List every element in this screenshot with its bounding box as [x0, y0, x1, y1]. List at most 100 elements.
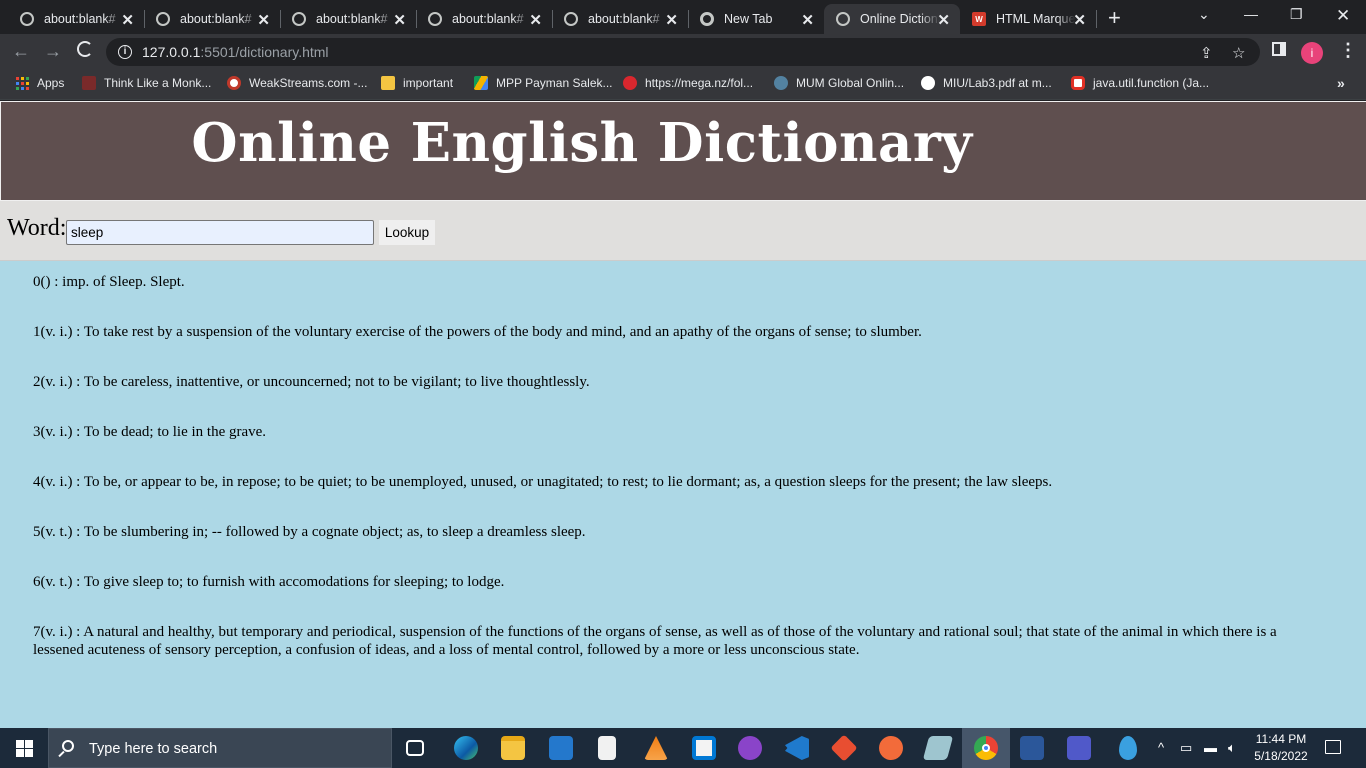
- forward-arrow-icon[interactable]: →: [44, 41, 62, 62]
- github-desktop-icon[interactable]: [738, 736, 762, 760]
- bookmark-mega[interactable]: https://mega.nz/fol...: [623, 76, 753, 90]
- task-view-icon[interactable]: [406, 740, 424, 756]
- bookmark-label: MIU/Lab3.pdf at m...: [943, 76, 1052, 90]
- volume-icon[interactable]: 🔈︎: [1228, 740, 1236, 756]
- taskbar-clock[interactable]: 11:44 PM 5/18/2022: [1248, 731, 1314, 765]
- marquee-icon: W: [972, 12, 986, 26]
- word-label: Word:: [7, 215, 67, 241]
- tab-title: Online Dictionary: [860, 12, 940, 26]
- bookmark-label: https://mega.nz/fol...: [645, 76, 754, 90]
- close-icon[interactable]: ✕: [801, 11, 814, 29]
- tab-search-chevron-icon[interactable]: ⌄: [1198, 6, 1210, 23]
- bookmark-label: MUM Global Onlin...: [796, 76, 905, 90]
- globe-icon: [836, 12, 850, 26]
- lookup-bar: Word: Lookup: [0, 201, 1366, 261]
- side-panel-icon[interactable]: [1272, 42, 1286, 56]
- bookmark-star-icon[interactable]: ☆: [1232, 44, 1245, 62]
- tab-title: New Tab: [724, 12, 773, 26]
- bookmark-mum-global[interactable]: MUM Global Onlin...: [774, 76, 904, 90]
- bookmarks-bar: Apps Think Like a Monk... WeakStreams.co…: [0, 70, 1366, 100]
- tab-html-marquee[interactable]: W HTML Marquee ✕: [952, 4, 1096, 34]
- bookmark-label: important: [403, 76, 454, 90]
- tab-strip: about:blank# ✕ about:blank# ✕ about:blan…: [0, 0, 1366, 34]
- minimize-button[interactable]: —: [1244, 6, 1258, 22]
- close-icon[interactable]: ✕: [529, 11, 542, 29]
- clock-date: 5/18/2022: [1254, 749, 1308, 763]
- postman-icon[interactable]: [879, 736, 903, 760]
- tab-2[interactable]: about:blank# ✕: [136, 4, 280, 34]
- file-explorer-icon[interactable]: [501, 736, 525, 760]
- tab-title: about:blank#: [588, 12, 660, 26]
- lookup-button[interactable]: Lookup: [379, 220, 435, 245]
- close-icon[interactable]: ✕: [665, 11, 678, 29]
- window-close-button[interactable]: ✕: [1336, 6, 1350, 26]
- notification-icon[interactable]: [1325, 740, 1341, 754]
- word-input[interactable]: [66, 220, 374, 245]
- globe-icon: [292, 12, 306, 26]
- back-arrow-icon[interactable]: ←: [12, 41, 30, 62]
- bookmark-java-util-function[interactable]: java.util.function (Ja...: [1071, 76, 1209, 90]
- app-icon[interactable]: [922, 736, 954, 760]
- bookmark-label: java.util.function (Ja...: [1093, 76, 1210, 90]
- share-icon[interactable]: ⇪: [1200, 44, 1213, 62]
- tab-new-tab[interactable]: New Tab ✕: [680, 4, 824, 34]
- definition-item: 6(v. t.) : To give sleep to; to furnish …: [33, 574, 505, 590]
- site-info-icon[interactable]: i: [118, 45, 132, 59]
- taskbar-search[interactable]: Type here to search: [48, 728, 392, 768]
- network-icon[interactable]: ▭: [1180, 740, 1192, 756]
- maximize-button[interactable]: ❐: [1290, 6, 1303, 23]
- tab-online-dictionary[interactable]: Online Dictionary ✕: [824, 4, 960, 34]
- bookmark-label: Think Like a Monk...: [104, 76, 212, 90]
- definition-item: 0() : imp. of Sleep. Slept.: [33, 274, 185, 290]
- close-icon[interactable]: ✕: [1073, 11, 1086, 29]
- address-bar[interactable]: i 127.0.0.1:5501/dictionary.html ⇪ ☆: [106, 38, 1260, 66]
- bookmark-important[interactable]: important: [381, 76, 453, 90]
- bookmark-mpp-payman[interactable]: MPP Payman Salek...: [474, 76, 613, 90]
- teams-icon[interactable]: [1067, 736, 1091, 760]
- dropbox-icon[interactable]: [1119, 736, 1137, 760]
- tab-4[interactable]: about:blank# ✕: [408, 4, 552, 34]
- bookmark-weakstreams[interactable]: WeakStreams.com -...: [227, 76, 367, 90]
- notepad-icon[interactable]: [598, 736, 616, 760]
- vscode-icon[interactable]: [785, 736, 809, 760]
- menu-dots-icon[interactable]: ⋮: [1339, 40, 1357, 61]
- bookmark-label: WeakStreams.com -...: [249, 76, 368, 90]
- tab-divider: [1096, 10, 1097, 28]
- mail-icon[interactable]: [549, 736, 573, 760]
- tab-3[interactable]: about:blank# ✕: [272, 4, 416, 34]
- page-content: Online English Dictionary Word: Lookup 0…: [0, 101, 1366, 728]
- search-placeholder: Type here to search: [89, 741, 218, 757]
- reload-icon[interactable]: [77, 41, 93, 57]
- url-path: :5501/dictionary.html: [200, 44, 329, 60]
- vlc-icon[interactable]: [644, 736, 668, 760]
- close-icon[interactable]: ✕: [257, 11, 270, 29]
- definition-item: 4(v. i.) : To be, or appear to be, in re…: [33, 474, 1053, 490]
- bookmark-apps[interactable]: Apps: [16, 76, 64, 90]
- git-icon[interactable]: [830, 734, 858, 762]
- url-text[interactable]: 127.0.0.1:5501/dictionary.html: [142, 44, 329, 60]
- battery-icon[interactable]: ▬: [1204, 740, 1217, 755]
- close-icon[interactable]: ✕: [937, 11, 950, 29]
- tray-chevron-icon[interactable]: ^: [1158, 740, 1164, 755]
- bookmark-label: MPP Payman Salek...: [496, 76, 613, 90]
- new-tab-button[interactable]: +: [1108, 5, 1121, 31]
- clock-time: 11:44 PM: [1255, 732, 1307, 746]
- close-icon[interactable]: ✕: [393, 11, 406, 29]
- apps-grid-icon: [16, 76, 29, 90]
- start-button[interactable]: [16, 740, 33, 757]
- page-title: Online English Dictionary: [191, 112, 973, 174]
- chrome-taskbar-button[interactable]: [962, 728, 1010, 768]
- close-icon[interactable]: ✕: [121, 11, 134, 29]
- globe-icon: [564, 12, 578, 26]
- profile-avatar[interactable]: i: [1301, 42, 1323, 64]
- bookmark-miu-lab3[interactable]: MIU/Lab3.pdf at m...: [921, 76, 1052, 90]
- github-icon: [921, 76, 935, 90]
- bookmark-label: Apps: [37, 76, 65, 90]
- tab-1[interactable]: about:blank# ✕: [0, 4, 144, 34]
- edge-icon[interactable]: [454, 736, 478, 760]
- store-icon[interactable]: [692, 736, 716, 760]
- tab-5[interactable]: about:blank# ✕: [544, 4, 688, 34]
- word-icon[interactable]: [1020, 736, 1044, 760]
- bookmarks-overflow-icon[interactable]: »: [1337, 75, 1345, 91]
- bookmark-think-like-a-monk[interactable]: Think Like a Monk...: [82, 76, 211, 90]
